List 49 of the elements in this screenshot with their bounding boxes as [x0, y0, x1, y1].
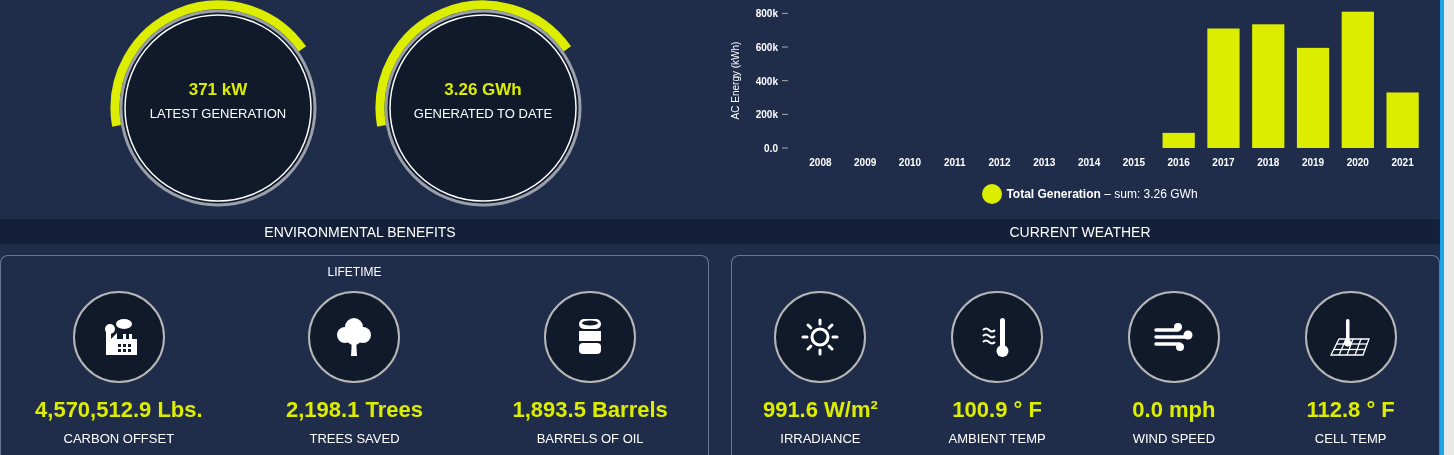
- axis-tick-label: 2021: [1391, 157, 1414, 168]
- metric-label: TREES SAVED: [309, 431, 400, 446]
- metric-label: BARRELS OF OIL: [536, 431, 644, 446]
- y-tick-label: 600k: [755, 42, 779, 54]
- axis-tick-label: 0.0: [764, 143, 789, 154]
- metric-value: 100.9 ° F: [952, 397, 1042, 423]
- axis-tick-label: 2019: [1301, 157, 1325, 168]
- metric-label: IRRADIANCE: [780, 431, 861, 446]
- axis-tick-label: 2009: [854, 157, 877, 168]
- section-header: CURRENT WEATHER: [1008, 222, 1152, 242]
- axis-tick-label: 2011: [943, 157, 966, 168]
- metric-value: 0.0 mph: [1132, 397, 1216, 423]
- bar: [1386, 92, 1419, 148]
- axis-tick-label: 2020: [1346, 157, 1369, 168]
- axis-tick-label: 2014: [1078, 157, 1101, 168]
- y-tick-label: 0.0: [764, 143, 779, 154]
- gauge-label: LATEST GENERATION: [149, 106, 287, 121]
- axis-tick-label: 2018: [1257, 157, 1280, 168]
- y-tick-label: 400k: [755, 75, 779, 87]
- metric-value: 4,570,512.9 Lbs.: [35, 397, 203, 423]
- metric-value: 991.6 W/m²: [762, 397, 878, 423]
- axis-tick-label: 2017: [1212, 157, 1235, 168]
- bar: [1162, 132, 1195, 148]
- axis-tick-label: 800k: [755, 8, 789, 20]
- y-tick-label: 800k: [755, 8, 779, 20]
- gauge-label: GENERATED TO DATE: [413, 106, 553, 121]
- axis-tick-label: 200k: [755, 109, 789, 121]
- axis-tick-label: 400k: [755, 75, 789, 87]
- axis-tick-label: 2012: [988, 157, 1011, 168]
- metric-value: 1,893.5 Barrels: [512, 397, 668, 423]
- metric-value: 2,198.1 Trees: [285, 397, 423, 423]
- axis-tick-label: 2016: [1167, 157, 1190, 168]
- metric-label: CELL TEMP: [1314, 431, 1387, 446]
- axis-title: AC Energy (kWh): [730, 41, 741, 120]
- metric-label: WIND SPEED: [1132, 431, 1216, 446]
- gauge-value: 371 kW: [188, 80, 248, 100]
- y-tick-label: 200k: [755, 109, 779, 121]
- metric-label: CARBON OFFSET: [63, 431, 175, 446]
- axis-tick-label: 2015: [1122, 157, 1145, 168]
- axis-tick-label: 2013: [1033, 157, 1056, 168]
- metric-label: AMBIENT TEMP: [948, 431, 1046, 446]
- panel-subtitle: LIFETIME: [327, 265, 382, 279]
- section-header: ENVIRONMENTAL BENEFITS: [263, 222, 457, 242]
- axis-tick-label: 2010: [898, 157, 922, 168]
- legend-text: Total Generation – sum: 3.26 GWh: [1006, 187, 1198, 201]
- gauge-value: 3.26 GWh: [444, 80, 522, 100]
- axis-tick-label: 600k: [755, 42, 789, 53]
- axis-tick-label: 2008: [809, 157, 832, 168]
- metric-value: 112.8 ° F: [1306, 397, 1395, 423]
